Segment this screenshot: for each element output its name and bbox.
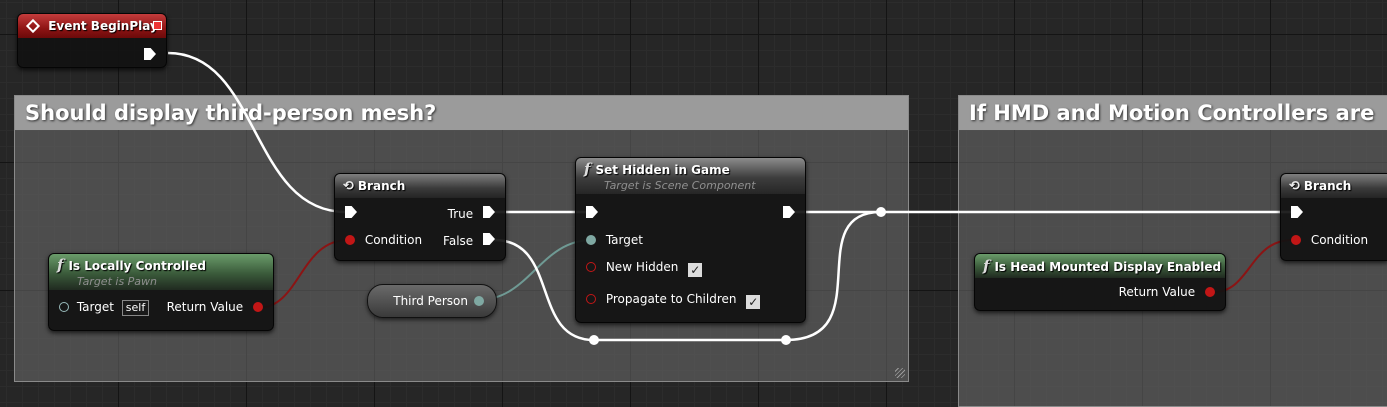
node-title: Is Head Mounted Display Enabled bbox=[994, 260, 1222, 274]
bool-pin-icon[interactable] bbox=[586, 262, 596, 272]
condition-input-pin[interactable]: Condition bbox=[345, 233, 422, 247]
return-value-pin[interactable]: Return Value bbox=[1119, 285, 1215, 299]
node-title: Set Hidden in Game bbox=[595, 163, 730, 177]
bool-pin-icon[interactable] bbox=[253, 302, 263, 312]
comment-title[interactable]: Should display third-person mesh? bbox=[15, 96, 908, 130]
reroute-knot[interactable] bbox=[781, 335, 791, 345]
node-header[interactable]: ⟲ Branch bbox=[335, 174, 505, 198]
true-output-pin[interactable]: True bbox=[448, 206, 495, 221]
node-title: Branch bbox=[357, 179, 406, 193]
branch-icon: ⟲ bbox=[1289, 179, 1300, 194]
new-hidden-input-pin[interactable]: New Hidden ✓ bbox=[586, 260, 703, 277]
is-locally-controlled-node[interactable]: f Is Locally Controlled Target is Pawn Ta… bbox=[48, 253, 274, 331]
object-pin-icon[interactable] bbox=[474, 296, 484, 306]
bool-pin-icon[interactable] bbox=[586, 294, 596, 304]
is-hmd-enabled-node[interactable]: f Is Head Mounted Display Enabled Return … bbox=[974, 253, 1226, 311]
node-header[interactable]: ⟲ Branch bbox=[1281, 174, 1387, 198]
third-person-variable[interactable]: Third Person bbox=[367, 284, 497, 318]
exec-input-pin[interactable] bbox=[1291, 206, 1303, 221]
node-title: Branch bbox=[1303, 179, 1352, 193]
event-beginplay-node[interactable]: Event BeginPlay bbox=[17, 13, 167, 68]
bool-pin-icon[interactable] bbox=[1291, 235, 1301, 245]
pin-label: False bbox=[443, 234, 474, 248]
pin-label: Return Value bbox=[166, 300, 244, 314]
pin-label: Target bbox=[605, 233, 643, 247]
delegate-pin-icon[interactable] bbox=[153, 21, 162, 30]
pin-label: Condition bbox=[364, 233, 423, 247]
comment-title[interactable]: If HMD and Motion Controllers are bbox=[959, 96, 1387, 130]
exec-output-pin[interactable] bbox=[144, 48, 156, 63]
exec-pin-icon[interactable] bbox=[345, 206, 357, 218]
branch-node[interactable]: ⟲ Branch Condition True False bbox=[334, 173, 506, 261]
exec-pin-icon[interactable] bbox=[144, 48, 156, 60]
node-header[interactable]: f Set Hidden in Game Target is Scene Comp… bbox=[576, 158, 805, 194]
pin-label: Propagate to Children bbox=[605, 292, 737, 306]
target-input-pin[interactable]: Target self bbox=[59, 300, 150, 316]
node-header[interactable]: Event BeginPlay bbox=[18, 14, 166, 38]
pin-label: Return Value bbox=[1118, 285, 1196, 299]
target-self-field[interactable]: self bbox=[121, 300, 150, 316]
target-input-pin[interactable]: Target bbox=[586, 233, 643, 247]
bool-pin-icon[interactable] bbox=[345, 235, 355, 245]
object-pin-icon[interactable] bbox=[59, 302, 69, 312]
exec-input-pin[interactable] bbox=[586, 206, 598, 221]
branch-icon: ⟲ bbox=[343, 179, 354, 194]
function-icon: f bbox=[983, 257, 990, 275]
exec-input-pin[interactable] bbox=[345, 206, 357, 221]
condition-input-pin[interactable]: Condition bbox=[1291, 233, 1368, 247]
branch-node-2[interactable]: ⟲ Branch Condition bbox=[1280, 173, 1387, 261]
pin-label: Condition bbox=[1310, 233, 1369, 247]
exec-pin-icon[interactable] bbox=[586, 206, 598, 218]
function-icon: f bbox=[584, 160, 591, 178]
exec-pin-icon[interactable] bbox=[483, 233, 495, 245]
set-hidden-in-game-node[interactable]: f Set Hidden in Game Target is Scene Comp… bbox=[575, 157, 806, 323]
node-title: Event BeginPlay bbox=[48, 19, 158, 33]
false-output-pin[interactable]: False bbox=[443, 233, 495, 248]
node-title: Is Locally Controlled bbox=[68, 259, 207, 273]
exec-pin-icon[interactable] bbox=[783, 206, 795, 218]
node-subtitle: Target is Pawn bbox=[77, 275, 158, 288]
exec-pin-icon[interactable] bbox=[1291, 206, 1303, 218]
exec-output-pin[interactable] bbox=[783, 206, 795, 221]
event-diamond-icon bbox=[25, 18, 41, 34]
node-subtitle: Target is Scene Component bbox=[604, 179, 756, 192]
node-header[interactable]: f Is Locally Controlled Target is Pawn bbox=[49, 254, 273, 290]
propagate-checkbox[interactable]: ✓ bbox=[746, 295, 761, 309]
new-hidden-checkbox[interactable]: ✓ bbox=[688, 263, 703, 277]
pin-label: True bbox=[447, 207, 474, 221]
return-value-pin[interactable]: Return Value bbox=[167, 300, 263, 314]
resize-handle-icon[interactable] bbox=[895, 368, 905, 378]
pin-label: Target bbox=[76, 300, 114, 314]
variable-label: Third Person bbox=[393, 294, 468, 308]
exec-pin-icon[interactable] bbox=[483, 206, 495, 218]
object-pin-icon[interactable] bbox=[586, 235, 596, 245]
node-header[interactable]: f Is Head Mounted Display Enabled bbox=[975, 254, 1225, 278]
reroute-knot[interactable] bbox=[589, 335, 599, 345]
reroute-knot[interactable] bbox=[876, 207, 886, 217]
function-icon: f bbox=[57, 256, 64, 274]
bool-pin-icon[interactable] bbox=[1205, 287, 1215, 297]
pin-label: New Hidden bbox=[605, 260, 679, 274]
propagate-input-pin[interactable]: Propagate to Children ✓ bbox=[586, 292, 761, 309]
